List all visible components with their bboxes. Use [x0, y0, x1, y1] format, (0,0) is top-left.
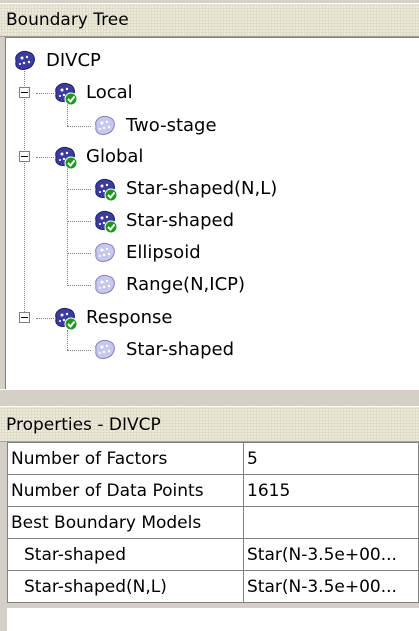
blob-check-icon — [52, 145, 78, 169]
splitter[interactable] — [0, 389, 419, 404]
properties-grid: Number of Factors 5 Number of Data Point… — [7, 442, 419, 603]
tree-node-two-stage[interactable]: Two-stage — [92, 111, 219, 141]
property-row[interactable]: Number of Factors 5 — [7, 442, 419, 475]
blob-check-icon — [52, 306, 78, 330]
tree-node-range[interactable]: Range(N,ICP) — [92, 270, 247, 300]
property-name: Number of Factors — [7, 442, 244, 475]
tree-connector — [67, 330, 68, 350]
property-value: Star(N-3.5e+00... — [243, 570, 419, 603]
tree-connector — [67, 168, 68, 286]
properties-empty-area — [7, 608, 419, 631]
boundary-tree-title-label: Boundary Tree — [6, 10, 129, 30]
tree-node-response[interactable]: Response — [52, 303, 174, 333]
property-name: Best Boundary Models — [7, 506, 244, 539]
properties-title: Properties - DIVCP — [0, 406, 419, 442]
blob-faded-icon — [92, 114, 118, 138]
property-row[interactable]: Star-shaped Star(N-3.5e+00... — [7, 538, 419, 571]
blob-check-icon — [92, 209, 118, 233]
tree-node-global[interactable]: Global — [52, 142, 145, 172]
tree-node-star-shaped-nl[interactable]: Star-shaped(N,L) — [92, 174, 279, 204]
tree-node-label: Response — [86, 307, 173, 328]
blob-icon — [12, 49, 38, 73]
tree-node-label: DIVCP — [46, 50, 101, 71]
tree-node-label: Star-shaped — [126, 339, 234, 360]
tree-connector — [67, 221, 91, 222]
blob-faded-icon — [92, 338, 118, 362]
tree-node-local[interactable]: Local — [52, 78, 135, 108]
collapse-local-toggle[interactable] — [19, 87, 30, 98]
tree-connector — [67, 126, 91, 127]
property-value: 5 — [243, 442, 419, 475]
tree-node-divcp[interactable]: DIVCP — [12, 46, 103, 76]
property-row[interactable]: Star-shaped(N,L) Star(N-3.5e+00... — [7, 570, 419, 603]
tree-node-star-shaped[interactable]: Star-shaped — [92, 206, 236, 236]
property-name: Star-shaped — [7, 538, 244, 571]
property-value: Star(N-3.5e+00... — [243, 538, 419, 571]
blob-faded-icon — [92, 241, 118, 265]
tree-connector — [67, 350, 91, 351]
tree-connector — [67, 189, 91, 190]
tree-connector — [67, 285, 91, 286]
boundary-tree[interactable]: DIVCP Local Two-stage Global Star-shaped… — [5, 37, 419, 389]
tree-node-label: Star-shaped(N,L) — [126, 178, 278, 199]
tree-node-response-star-shaped[interactable]: Star-shaped — [92, 335, 236, 365]
property-row[interactable]: Best Boundary Models — [7, 506, 419, 539]
collapse-response-toggle[interactable] — [19, 312, 30, 323]
blob-check-icon — [52, 81, 78, 105]
property-name: Number of Data Points — [7, 474, 244, 507]
collapse-global-toggle[interactable] — [19, 151, 30, 162]
boundary-tree-title: Boundary Tree — [0, 3, 419, 37]
tree-node-label: Local — [86, 82, 133, 103]
tree-node-label: Star-shaped — [126, 210, 234, 231]
tree-node-label: Ellipsoid — [126, 242, 201, 263]
property-row[interactable]: Number of Data Points 1615 — [7, 474, 419, 507]
tree-node-label: Range(N,ICP) — [126, 274, 246, 295]
blob-faded-icon — [92, 273, 118, 297]
tree-node-label: Two-stage — [126, 115, 217, 136]
blob-check-icon — [92, 177, 118, 201]
properties-title-label: Properties - DIVCP — [6, 415, 161, 435]
property-value: 1615 — [243, 474, 419, 507]
tree-connector — [67, 253, 91, 254]
tree-connector — [24, 68, 25, 318]
property-value — [243, 506, 419, 539]
property-name: Star-shaped(N,L) — [7, 570, 244, 603]
tree-node-label: Global — [86, 146, 144, 167]
tree-node-ellipsoid[interactable]: Ellipsoid — [92, 238, 203, 268]
